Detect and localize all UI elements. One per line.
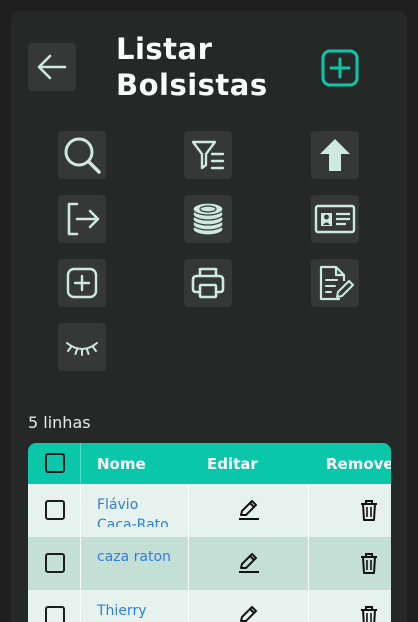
pencil-icon[interactable]: [238, 605, 260, 622]
arrow-up-icon: [320, 139, 350, 171]
table-row: Flávio Caca-Rato: [28, 484, 391, 537]
header-remover: Remover: [326, 454, 391, 473]
printer-icon: [191, 267, 225, 299]
search-icon: [64, 137, 101, 174]
page-title: Listar Bolsistas: [116, 32, 268, 102]
header-divider: [80, 443, 81, 484]
row-divider: [188, 590, 189, 622]
trash-icon[interactable]: [359, 552, 379, 574]
upload-button[interactable]: [311, 131, 359, 179]
arrow-left-icon: [37, 54, 67, 80]
coins-icon: [192, 202, 224, 236]
back-button[interactable]: [28, 43, 76, 91]
filter-list-icon: [191, 140, 225, 170]
eye-closed-icon: [66, 342, 98, 356]
row-checkbox[interactable]: [45, 553, 65, 573]
plus-square-icon: [321, 49, 359, 87]
row-checkbox[interactable]: [45, 500, 65, 520]
edit-document-button[interactable]: [311, 259, 359, 307]
filter-button[interactable]: [184, 131, 232, 179]
row-checkbox[interactable]: [45, 606, 65, 622]
table-row: Thierry: [28, 590, 391, 622]
pencil-icon[interactable]: [238, 499, 260, 521]
logout-button[interactable]: [58, 195, 106, 243]
pencil-icon[interactable]: [238, 552, 260, 574]
table-row: caza raton: [28, 537, 391, 590]
bolsistas-table: Nome Editar Remover Flávio Caca-Rato caz…: [28, 443, 391, 622]
bolsista-name-link[interactable]: Flávio Caca-Rato: [97, 495, 175, 527]
trash-icon[interactable]: [359, 499, 379, 521]
row-divider: [308, 484, 309, 537]
row-divider: [188, 484, 189, 537]
header-nome[interactable]: Nome: [97, 443, 146, 484]
bolsista-name-link[interactable]: Thierry: [97, 601, 175, 622]
row-divider: [80, 537, 81, 590]
row-divider: [188, 537, 189, 590]
plus-square-icon: [66, 267, 98, 299]
bolsista-name-link[interactable]: caza raton: [97, 547, 175, 579]
payments-button[interactable]: [184, 195, 232, 243]
toggle-visibility-button[interactable]: [58, 323, 106, 371]
add-button[interactable]: [58, 259, 106, 307]
row-divider: [80, 484, 81, 537]
document-edit-icon: [319, 265, 354, 301]
row-divider: [80, 590, 81, 622]
row-count: 5 linhas: [28, 413, 91, 432]
id-card-button[interactable]: [311, 195, 359, 243]
select-all-checkbox[interactable]: [45, 453, 65, 473]
table-header: Nome Editar Remover: [28, 443, 391, 484]
logout-icon: [67, 202, 100, 236]
row-divider: [308, 537, 309, 590]
print-button[interactable]: [184, 259, 232, 307]
row-divider: [308, 590, 309, 622]
header-editar: Editar: [207, 454, 258, 473]
search-button[interactable]: [58, 131, 106, 179]
trash-icon[interactable]: [359, 605, 379, 622]
id-card-icon: [314, 204, 356, 234]
add-bolsista-button[interactable]: [318, 46, 362, 90]
